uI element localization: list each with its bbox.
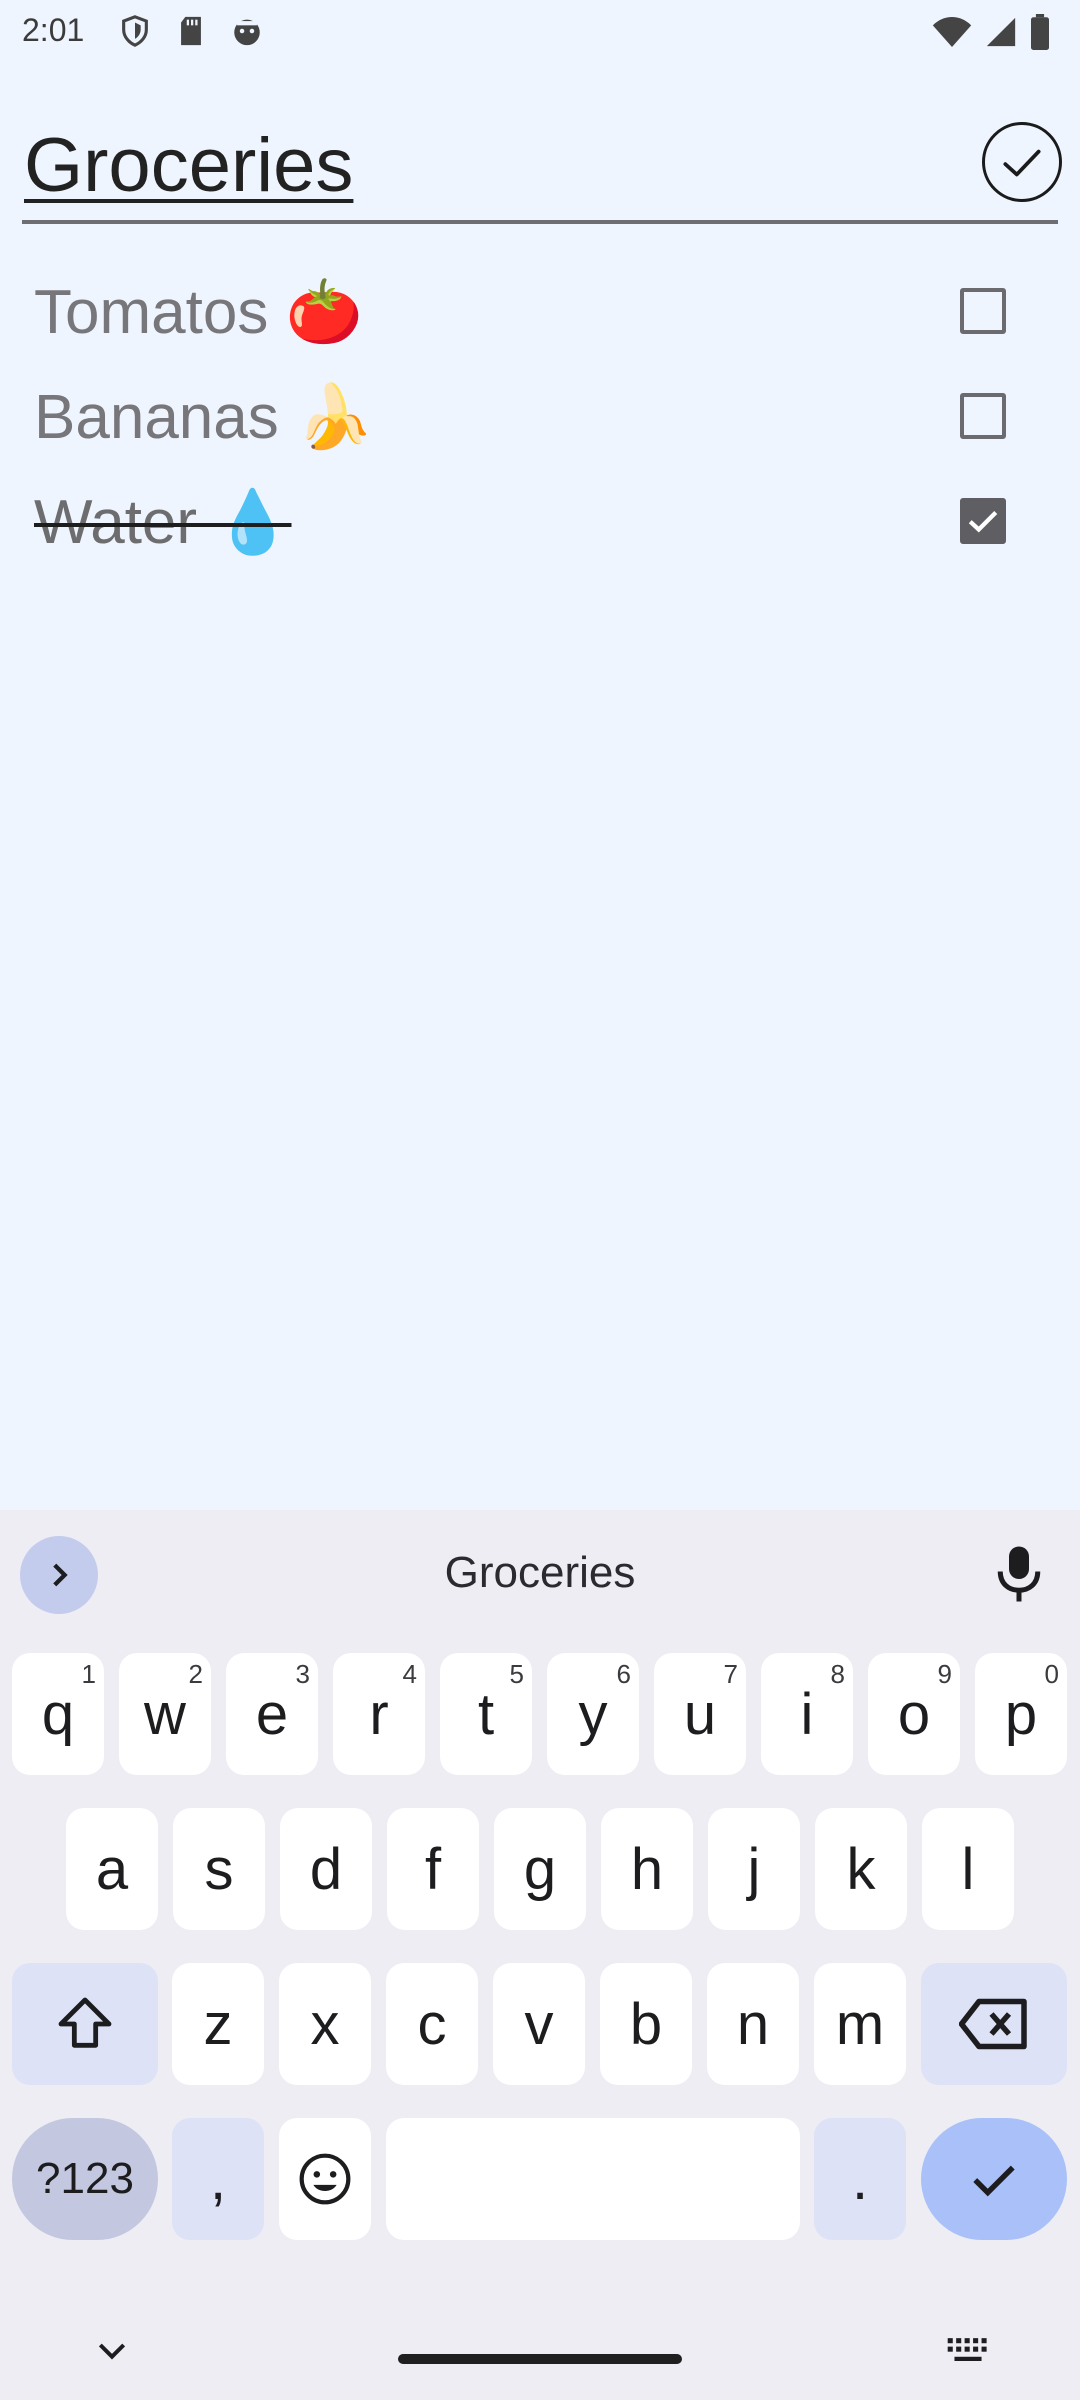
status-bar: 2:01 bbox=[0, 0, 1080, 64]
key-p[interactable]: p0 bbox=[975, 1653, 1067, 1775]
key-h[interactable]: h bbox=[601, 1808, 693, 1930]
key-g[interactable]: g bbox=[494, 1808, 586, 1930]
emoji-key[interactable] bbox=[279, 2118, 371, 2240]
item-label[interactable]: Water 💧 bbox=[34, 486, 291, 559]
key-s[interactable]: s bbox=[173, 1808, 265, 1930]
list-item[interactable]: Water 💧 bbox=[0, 470, 1080, 570]
navigation-bar bbox=[0, 2300, 1080, 2400]
space-key[interactable] bbox=[386, 2118, 800, 2240]
item-label[interactable]: Bananas 🍌 bbox=[34, 381, 373, 454]
list-item[interactable]: Tomatos 🍅 bbox=[0, 260, 1080, 360]
microphone-button[interactable] bbox=[994, 1544, 1044, 1604]
wifi-icon bbox=[932, 15, 972, 54]
comma-key[interactable]: , bbox=[172, 2118, 264, 2240]
shift-key[interactable] bbox=[12, 1963, 158, 2085]
key-w[interactable]: w2 bbox=[119, 1653, 211, 1775]
microphone-icon bbox=[997, 1546, 1041, 1602]
sd-card-icon bbox=[174, 14, 208, 48]
symbols-key[interactable]: ?123 bbox=[12, 2118, 158, 2240]
key-z[interactable]: z bbox=[172, 1963, 264, 2085]
key-letter: i bbox=[800, 1681, 814, 1747]
key-letter: y bbox=[578, 1681, 608, 1747]
list-title[interactable]: Groceries bbox=[24, 122, 353, 209]
key-hint: 3 bbox=[295, 1659, 310, 1689]
key-o[interactable]: o9 bbox=[868, 1653, 960, 1775]
key-j[interactable]: j bbox=[708, 1808, 800, 1930]
shift-arrow-icon bbox=[58, 1997, 112, 2048]
key-letter: q bbox=[41, 1681, 75, 1747]
key-letter: e bbox=[255, 1681, 289, 1747]
checkmark-icon bbox=[973, 2165, 1015, 2197]
key-letter: p bbox=[1004, 1681, 1038, 1747]
key-hint: 2 bbox=[188, 1659, 203, 1689]
suggestion-chip[interactable]: Groceries bbox=[330, 1548, 750, 1598]
key-y[interactable]: y6 bbox=[547, 1653, 639, 1775]
item-checkbox[interactable] bbox=[960, 288, 1006, 334]
smiley-icon bbox=[299, 2153, 351, 2205]
chevron-right-icon bbox=[53, 1563, 68, 1587]
key-hint: 5 bbox=[509, 1659, 524, 1689]
key-t[interactable]: t5 bbox=[440, 1653, 532, 1775]
key-c[interactable]: c bbox=[386, 1963, 478, 2085]
item-checkbox[interactable] bbox=[960, 393, 1006, 439]
key-letter: r bbox=[369, 1681, 389, 1747]
key-hint: 8 bbox=[830, 1659, 845, 1689]
key-f[interactable]: f bbox=[387, 1808, 479, 1930]
key-x[interactable]: x bbox=[279, 1963, 371, 2085]
period-key[interactable]: . bbox=[814, 2118, 906, 2240]
check-circle-icon bbox=[1003, 149, 1041, 177]
backspace-key[interactable] bbox=[921, 1963, 1067, 2085]
key-hint: 6 bbox=[616, 1659, 631, 1689]
checkmark-icon bbox=[968, 510, 998, 533]
keyboard-icon bbox=[947, 2338, 987, 2361]
key-hint: 1 bbox=[81, 1659, 96, 1689]
key-d[interactable]: d bbox=[280, 1808, 372, 1930]
key-m[interactable]: m bbox=[814, 1963, 906, 2085]
android-face-icon bbox=[230, 14, 264, 48]
enter-key[interactable] bbox=[921, 2118, 1067, 2240]
key-l[interactable]: l bbox=[922, 1808, 1014, 1930]
key-q[interactable]: q1 bbox=[12, 1653, 104, 1775]
signal-icon bbox=[984, 15, 1018, 54]
list-item[interactable]: Bananas 🍌 bbox=[0, 365, 1080, 465]
key-hint: 7 bbox=[723, 1659, 738, 1689]
keyboard-switcher-button[interactable] bbox=[946, 2332, 990, 2368]
list-title-field[interactable]: Groceries bbox=[22, 108, 1062, 224]
key-u[interactable]: u7 bbox=[654, 1653, 746, 1775]
hide-keyboard-button[interactable] bbox=[92, 2330, 132, 2370]
key-b[interactable]: b bbox=[600, 1963, 692, 2085]
key-n[interactable]: n bbox=[707, 1963, 799, 2085]
key-hint: 0 bbox=[1044, 1659, 1059, 1689]
key-hint: 4 bbox=[402, 1659, 417, 1689]
soft-keyboard: Groceries ?123 , . q1w2e3r4t5y6u7i8o9p0a… bbox=[0, 1510, 1080, 2400]
key-hint: 9 bbox=[937, 1659, 952, 1689]
item-label[interactable]: Tomatos 🍅 bbox=[34, 276, 363, 349]
key-letter: w bbox=[144, 1681, 186, 1747]
key-k[interactable]: k bbox=[815, 1808, 907, 1930]
key-e[interactable]: e3 bbox=[226, 1653, 318, 1775]
key-v[interactable]: v bbox=[493, 1963, 585, 2085]
home-gesture-handle[interactable] bbox=[398, 2354, 682, 2364]
done-button[interactable] bbox=[982, 122, 1062, 202]
backspace-icon bbox=[959, 1998, 1027, 2050]
key-letter: u bbox=[683, 1681, 717, 1747]
battery-icon bbox=[1030, 14, 1050, 55]
item-checkbox-checked[interactable] bbox=[960, 498, 1006, 544]
key-i[interactable]: i8 bbox=[761, 1653, 853, 1775]
key-letter: o bbox=[897, 1681, 931, 1747]
shield-icon bbox=[118, 14, 152, 48]
status-time: 2:01 bbox=[22, 12, 85, 48]
key-letter: t bbox=[477, 1681, 495, 1747]
key-r[interactable]: r4 bbox=[333, 1653, 425, 1775]
keyboard-toolbar: Groceries bbox=[0, 1510, 1080, 1630]
chevron-down-icon bbox=[98, 2343, 126, 2360]
expand-toolbar-button[interactable] bbox=[20, 1536, 98, 1614]
key-a[interactable]: a bbox=[66, 1808, 158, 1930]
